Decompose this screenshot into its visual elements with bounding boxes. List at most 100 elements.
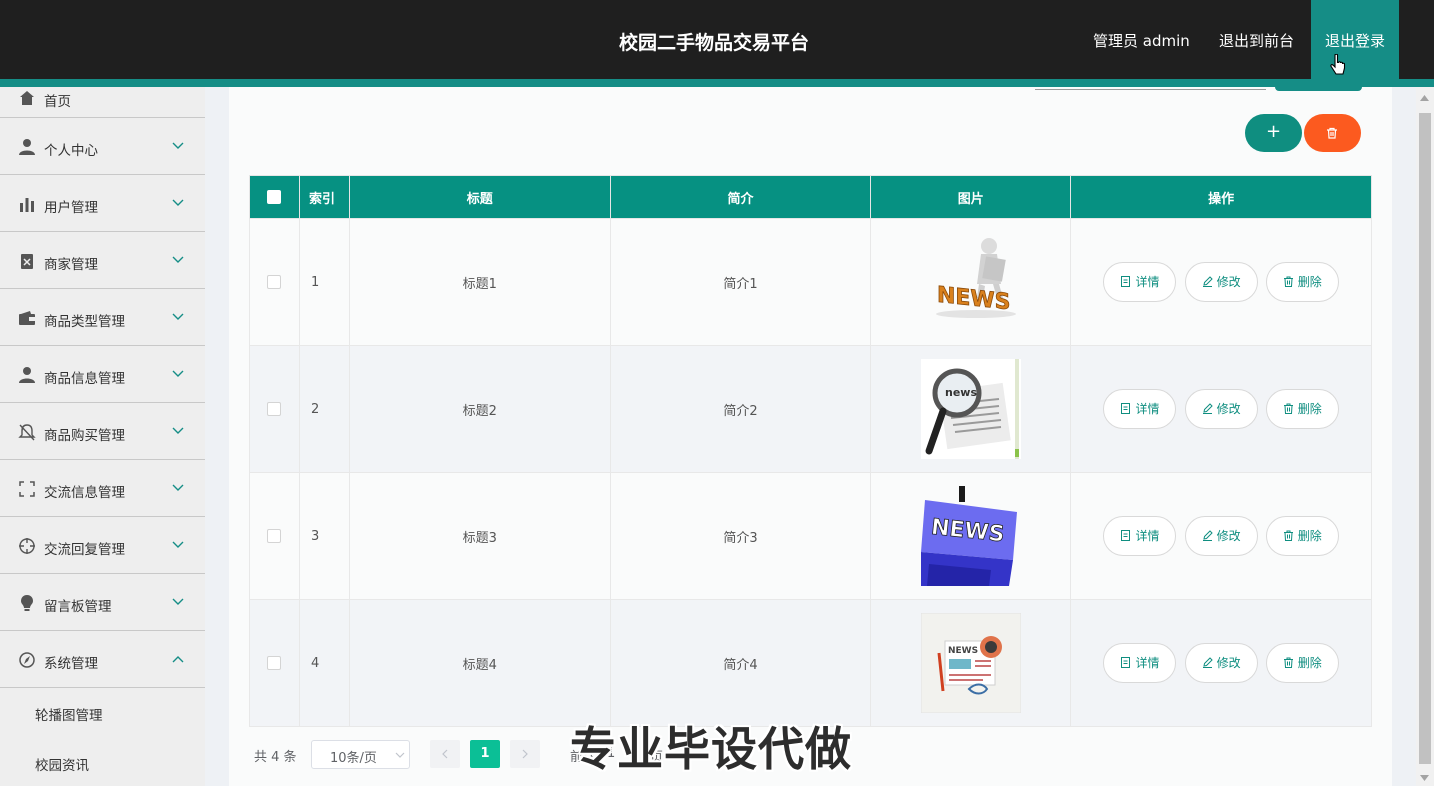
edit-button[interactable]: 修改 — [1184, 262, 1258, 302]
trash-icon — [1283, 276, 1293, 287]
search-button[interactable] — [1275, 87, 1362, 91]
scrollbar-thumb[interactable] — [1419, 113, 1431, 764]
trash-icon — [1327, 127, 1337, 139]
sidebar-item-merchants[interactable]: 商家管理 — [0, 232, 205, 289]
edit-button[interactable]: 修改 — [1184, 516, 1258, 556]
select-all-cell[interactable] — [249, 175, 300, 219]
chevron-right-icon — [522, 749, 528, 759]
delete-button[interactable]: 删除 — [1265, 389, 1339, 429]
sidebar-item-users[interactable]: 用户管理 — [0, 175, 205, 232]
newspaper-image: NEWS — [920, 613, 1021, 713]
row-checkbox[interactable] — [267, 402, 282, 416]
table-row: 3 标题3 简介3 NEWS 详情 修改 删除 — [249, 472, 1372, 600]
row-checkbox[interactable] — [267, 656, 282, 670]
sidebar-item-message-board[interactable]: 留言板管理 — [0, 574, 205, 631]
table-row: 2 标题2 简介2 news 详情 修改 删除 — [249, 345, 1372, 473]
svg-text:NEWS: NEWS — [948, 646, 978, 656]
scroll-down-arrow-icon[interactable] — [1420, 775, 1429, 781]
sidebar-item-product-types[interactable]: 商品类型管理 — [0, 289, 205, 346]
column-header: 简介 — [609, 175, 872, 219]
sidebar-item-label: 交流回复管理 — [44, 542, 125, 558]
clipboard-icon — [21, 254, 33, 269]
table-row: 4 标题4 简介4 NEWS 详情 修改 删除 — [249, 599, 1372, 727]
chevron-down-icon — [172, 199, 184, 206]
logout-button[interactable]: 退出登录 — [1311, 0, 1399, 87]
delete-button[interactable]: 删除 — [1265, 643, 1339, 683]
prev-page-button[interactable] — [430, 740, 460, 768]
front-link[interactable]: 退出到前台 — [1219, 30, 1294, 51]
edit-label: 修改 — [1216, 275, 1241, 289]
sidebar-item-purchases[interactable]: 商品购买管理 — [0, 403, 205, 460]
sidebar-item-product-info[interactable]: 商品信息管理 — [0, 346, 205, 403]
detail-button[interactable]: 详情 — [1103, 643, 1177, 683]
data-table: 索引 标题 简介 图片 操作 1 标题1 简介1 NEWS 详情 修改 删除 2… — [249, 175, 1372, 727]
page-number-active[interactable]: 1 — [470, 740, 500, 768]
actions-cell: 详情 修改 删除 — [1070, 472, 1372, 600]
page-size-select[interactable]: 10条/页 — [311, 740, 410, 769]
sidebar-item-label: 商品购买管理 — [44, 428, 125, 444]
detail-button[interactable]: 详情 — [1103, 389, 1177, 429]
document-icon — [1121, 403, 1131, 414]
title-cell: 标题2 — [348, 345, 611, 473]
column-header: 图片 — [870, 175, 1072, 219]
batch-delete-button[interactable] — [1304, 114, 1361, 152]
detail-label: 详情 — [1135, 529, 1160, 543]
chevron-down-icon — [172, 427, 184, 434]
next-page-button[interactable] — [510, 740, 540, 768]
vertical-scrollbar[interactable] — [1416, 87, 1434, 786]
news-key-image: NEWS — [920, 486, 1021, 586]
intro-cell: 简介2 — [609, 345, 872, 473]
document-icon — [1121, 276, 1131, 287]
detail-label: 详情 — [1135, 656, 1160, 670]
page-size-value: 10条/页 — [330, 751, 377, 766]
detail-label: 详情 — [1135, 402, 1160, 416]
header-accent-line — [0, 79, 1434, 87]
search-input[interactable] — [1035, 89, 1266, 90]
scroll-up-arrow-icon[interactable] — [1420, 95, 1429, 101]
svg-text:news: news — [945, 386, 977, 399]
sidebar-subitem-campus-news[interactable]: 校园资讯 — [35, 754, 89, 774]
delete-button[interactable]: 删除 — [1265, 262, 1339, 302]
sidebar-subitem-carousel[interactable]: 轮播图管理 — [35, 704, 103, 724]
watermark-text: 专业毕设代做 — [570, 722, 852, 776]
actions-cell: 详情 修改 删除 — [1070, 345, 1372, 473]
sidebar-item-exchange-replies[interactable]: 交流回复管理 — [0, 517, 205, 574]
chevron-down-icon — [172, 370, 184, 377]
delete-button[interactable]: 删除 — [1265, 516, 1339, 556]
column-header: 索引 — [298, 175, 350, 219]
chevron-down-icon — [172, 598, 184, 605]
detail-button[interactable]: 详情 — [1103, 262, 1177, 302]
crosshair-icon — [19, 538, 35, 554]
row-checkbox[interactable] — [267, 275, 282, 289]
select-cell — [249, 345, 300, 473]
add-button[interactable]: + — [1245, 114, 1302, 152]
edit-label: 修改 — [1216, 656, 1241, 670]
app-title: 校园二手物品交易平台 — [618, 32, 809, 54]
delete-label: 删除 — [1297, 529, 1322, 543]
intro-cell: 简介1 — [609, 218, 872, 346]
select-all-checkbox[interactable] — [267, 190, 282, 204]
image-cell: NEWS — [870, 472, 1072, 600]
detail-button[interactable]: 详情 — [1103, 516, 1177, 556]
pointer-cursor-icon — [1330, 54, 1346, 75]
top-bar: 校园二手物品交易平台 管理员 admin 退出到前台 — [0, 0, 1434, 79]
edit-icon — [1202, 530, 1213, 541]
sidebar-item-system[interactable]: 系统管理 — [0, 631, 205, 688]
sidebar-item-home[interactable]: 首页 — [0, 87, 205, 118]
sidebar-item-exchange-info[interactable]: 交流信息管理 — [0, 460, 205, 517]
row-checkbox[interactable] — [267, 529, 282, 543]
index-cell: 4 — [298, 599, 350, 727]
sidebar-item-personal-center[interactable]: 个人中心 — [0, 118, 205, 175]
edit-button[interactable]: 修改 — [1184, 389, 1258, 429]
bar-chart-icon — [20, 198, 34, 212]
bell-off-icon — [18, 424, 36, 441]
chevron-down-icon — [395, 752, 405, 758]
sidebar-item-label: 用户管理 — [44, 200, 98, 216]
title-cell: 标题4 — [348, 599, 611, 727]
table-row: 1 标题1 简介1 NEWS 详情 修改 删除 — [249, 218, 1372, 346]
select-cell — [249, 599, 300, 727]
column-header: 标题 — [348, 175, 611, 219]
table-header-row: 索引 标题 简介 图片 操作 — [249, 175, 1372, 219]
edit-icon — [1202, 403, 1213, 414]
edit-button[interactable]: 修改 — [1184, 643, 1258, 683]
